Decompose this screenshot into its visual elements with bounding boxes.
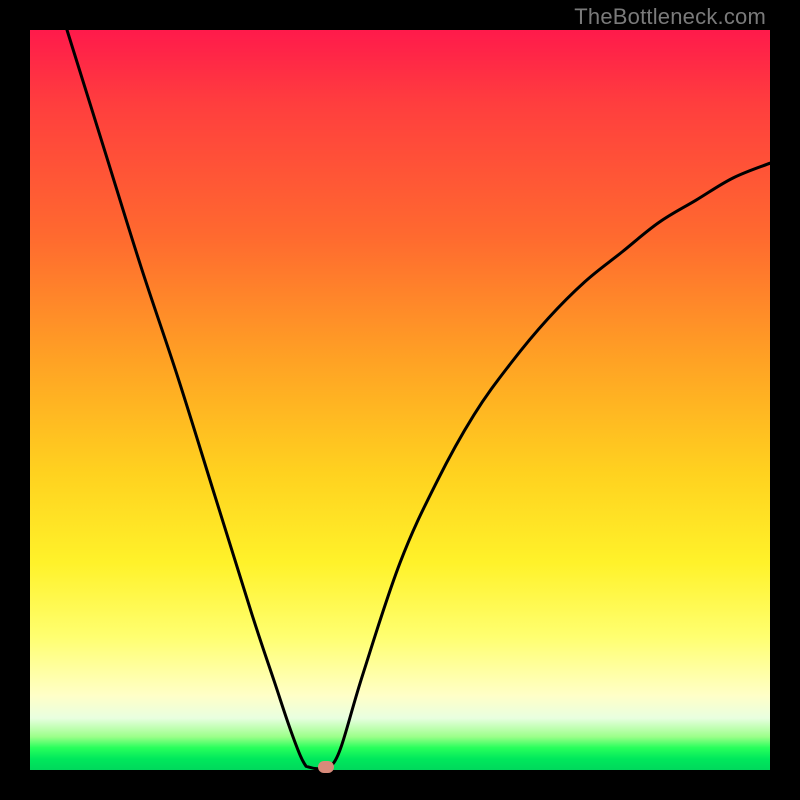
attribution-text: TheBottleneck.com (574, 4, 766, 30)
bottleneck-curve (30, 30, 770, 770)
chart-frame: TheBottleneck.com (0, 0, 800, 800)
optimum-marker (318, 761, 334, 773)
plot-area (30, 30, 770, 770)
